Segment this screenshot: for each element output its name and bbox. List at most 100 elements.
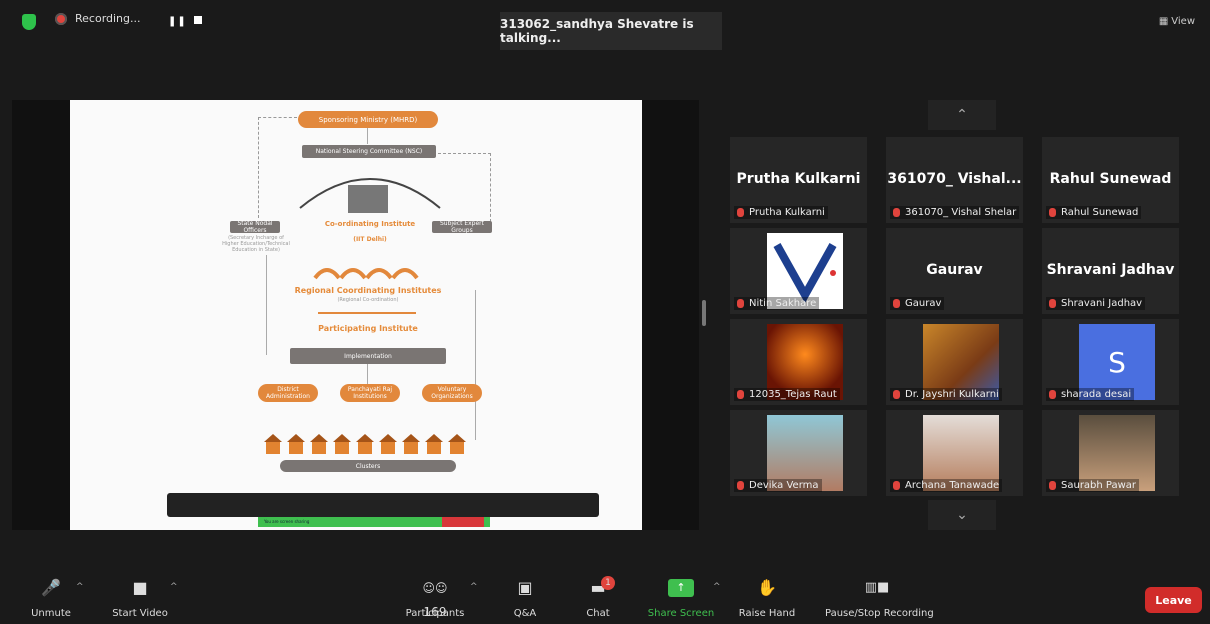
view-label: View — [1171, 16, 1195, 27]
participant-tile[interactable]: S sharada desai — [1042, 319, 1179, 405]
participant-label-text: Gaurav — [905, 298, 942, 309]
coordinating-institute-title: Co-ordinating Institute — [324, 220, 416, 228]
participant-tile[interactable]: Saurabh Pawar — [1042, 410, 1179, 496]
participant-label-text: sharada desai — [1061, 389, 1132, 400]
muted-mic-icon — [1049, 389, 1056, 399]
participant-label: Rahul Sunewad — [1046, 206, 1142, 219]
participant-label: Dr. Jayshri Kulkarni — [890, 388, 1002, 401]
muted-mic-icon — [1049, 480, 1056, 490]
meeting-toolbar: 🎤 Unmute ^ ■ Start Video ^ ☺☺ 169 Partic… — [0, 576, 1210, 619]
participant-name: Rahul Sunewad — [1049, 171, 1172, 187]
chat-button[interactable]: ▬ 1 Chat — [583, 576, 615, 619]
house-icon — [264, 434, 282, 454]
start-video-button[interactable]: ■ Start Video — [112, 576, 168, 619]
qa-icon: ▣ — [517, 578, 533, 597]
share-screen-label: Share Screen — [647, 608, 715, 619]
house-icon — [310, 434, 328, 454]
qa-button[interactable]: ▣ Q&A — [510, 576, 540, 619]
regional-institutes-title: Regional Coordinating Institutes — [294, 286, 442, 295]
video-options-caret-icon[interactable]: ^ — [170, 582, 178, 592]
house-icon — [379, 434, 397, 454]
pause-recording-icon[interactable]: ❚❚ — [168, 16, 187, 27]
participating-institute-title: Participating Institute — [318, 324, 418, 333]
pause-stop-recording-button[interactable]: ▥■ Pause/Stop Recording — [825, 576, 934, 619]
muted-mic-icon: 🎤 — [41, 578, 61, 597]
participant-label: Devika Verma — [734, 479, 822, 492]
participant-tile[interactable]: Devika Verma — [730, 410, 867, 496]
share-options-caret-icon[interactable]: ^ — [713, 582, 721, 592]
connector-line — [266, 255, 267, 355]
muted-mic-icon — [737, 389, 744, 399]
muted-mic-icon — [893, 480, 900, 490]
mini-meeting-toolbar — [167, 493, 599, 517]
muted-mic-icon — [893, 389, 900, 399]
participants-label: Participants — [405, 608, 465, 619]
participant-label-text: Devika Verma — [749, 480, 819, 491]
unmute-label: Unmute — [31, 608, 71, 619]
participant-name: Prutha Kulkarni — [736, 171, 861, 187]
participant-label: Shravani Jadhav — [1046, 297, 1146, 310]
participant-tile[interactable]: Gaurav Gaurav — [886, 228, 1023, 314]
house-icon — [448, 434, 466, 454]
participant-label: Gaurav — [890, 297, 945, 310]
active-speaker-banner: 313062_sandhya Shevatre is talking... — [500, 12, 722, 50]
security-shield-icon[interactable] — [22, 14, 36, 30]
state-nodal-officers-node: State Nodal Officers — [230, 220, 280, 234]
house-icon — [402, 434, 420, 454]
shared-slide: Sponsoring Ministry (MHRD) National Stee… — [70, 100, 642, 530]
chat-label: Chat — [586, 608, 610, 619]
participant-tile[interactable]: Rahul Sunewad Rahul Sunewad — [1042, 137, 1179, 223]
connector-line — [475, 290, 476, 440]
participant-tile[interactable]: Dr. Jayshri Kulkarni — [886, 319, 1023, 405]
participants-button[interactable]: ☺☺ 169 Participants — [406, 576, 465, 619]
participant-tile[interactable]: 12035_Tejas Raut — [730, 319, 867, 405]
muted-mic-icon — [1049, 298, 1056, 308]
participant-label: 12035_Tejas Raut — [734, 388, 840, 401]
gallery-up-button[interactable]: ⌃ — [928, 100, 996, 130]
participant-tile[interactable]: Prutha Kulkarni Prutha Kulkarni — [730, 137, 867, 223]
participant-name: Gaurav — [926, 262, 983, 278]
participant-tile[interactable]: Nitin Sakhare — [730, 228, 867, 314]
muted-mic-icon — [1049, 207, 1056, 217]
top-bar: Recording... ❚❚ 313062_sandhya Shevatre … — [0, 0, 1210, 50]
participant-tile[interactable]: 361070_ Vishal... 361070_ Vishal Shelar — [886, 137, 1023, 223]
participant-label: sharada desai — [1046, 388, 1135, 401]
regional-arcs — [313, 268, 419, 280]
implementation-node: Implementation — [290, 348, 446, 364]
video-off-icon: ■ — [132, 578, 148, 597]
nsc-node: National Steering Committee (NSC) — [302, 145, 436, 158]
view-button[interactable]: ▦ View — [1159, 14, 1198, 27]
participant-label: Prutha Kulkarni — [734, 206, 828, 219]
stop-recording-icon[interactable] — [194, 16, 202, 24]
raise-hand-label: Raise Hand — [738, 608, 796, 619]
muted-mic-icon — [893, 207, 900, 217]
split-resize-handle[interactable] — [702, 300, 706, 326]
recording-icon — [55, 12, 67, 25]
participant-label: 361070_ Vishal Shelar — [890, 206, 1020, 219]
share-screen-button[interactable]: ↑ Share Screen — [648, 576, 714, 619]
gallery-down-button[interactable]: ⌄ — [928, 500, 996, 530]
voluntary-organizations-node: Voluntary Organizations — [422, 384, 482, 402]
participant-tile[interactable]: Archana Tanawade — [886, 410, 1023, 496]
pause-stop-icon: ▥■ — [864, 580, 890, 595]
unmute-button[interactable]: 🎤 Unmute — [31, 576, 71, 619]
participant-label-text: Nitin Sakhare — [749, 298, 817, 309]
participant-tile[interactable]: Shravani Jadhav Shravani Jadhav — [1042, 228, 1179, 314]
state-nodal-subtext: (Secretary Incharge of Higher Education/… — [222, 235, 290, 253]
leave-button[interactable]: Leave — [1145, 587, 1202, 613]
raise-hand-button[interactable]: ✋ Raise Hand — [739, 576, 796, 619]
muted-mic-icon — [737, 207, 744, 217]
muted-mic-icon — [737, 480, 744, 490]
participant-label-text: Archana Tanawade — [905, 480, 1000, 491]
participant-label-text: Saurabh Pawar — [1061, 480, 1137, 491]
subject-expert-groups-node: Subject Expert Groups — [432, 220, 492, 234]
participant-name: 361070_ Vishal... — [887, 171, 1022, 187]
share-screen-icon: ↑ — [668, 579, 694, 597]
panchayat-node: Panchayati Raj Institutions — [340, 384, 400, 402]
participants-caret-icon[interactable]: ^ — [470, 582, 478, 592]
connector-line — [367, 128, 368, 144]
raise-hand-icon: ✋ — [757, 578, 777, 597]
house-icon — [287, 434, 305, 454]
audio-options-caret-icon[interactable]: ^ — [76, 582, 84, 592]
participant-label-text: Prutha Kulkarni — [749, 207, 825, 218]
